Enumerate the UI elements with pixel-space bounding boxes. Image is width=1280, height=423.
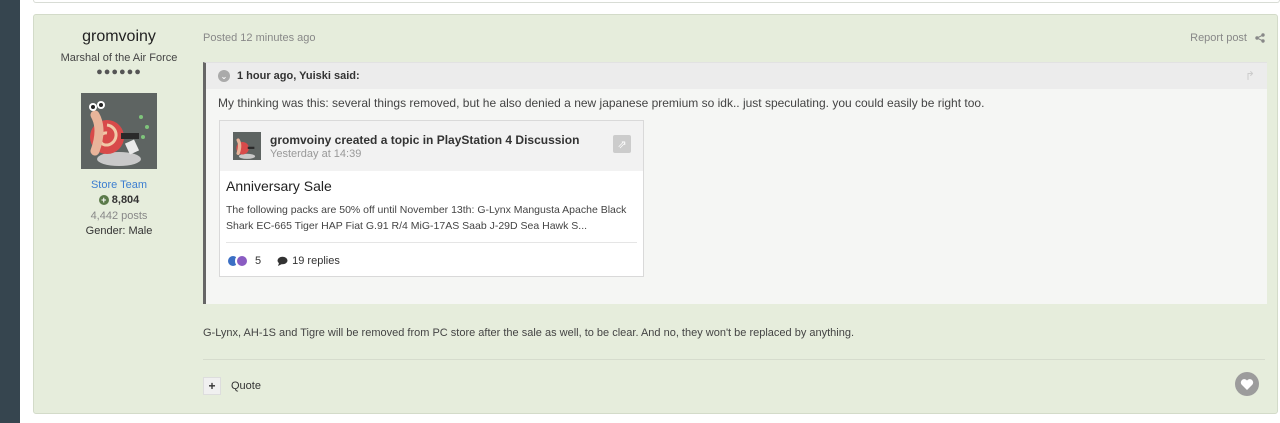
reaction-count: 5 <box>255 255 262 267</box>
like-button[interactable] <box>1235 372 1259 396</box>
embed-avatar[interactable] <box>233 132 261 160</box>
author-reputation: + 8,804 <box>34 194 204 206</box>
quote-header: ⌄ 1 hour ago, Yuiski said: <box>206 63 1267 89</box>
author-group: Store Team <box>90 179 148 191</box>
author-rank-pips: ●●●●●● <box>96 66 142 78</box>
author-post-count: 4,442 posts <box>90 210 148 222</box>
previous-post-edge <box>33 0 1280 3</box>
snail-avatar-icon <box>81 93 157 169</box>
multiquote-plus-button[interactable]: + <box>203 377 221 395</box>
author-avatar[interactable] <box>81 93 157 169</box>
embed-snippet: The following packs are 50% off until No… <box>226 204 627 232</box>
comment-icon <box>277 256 288 266</box>
post-body-text: G-Lynx, AH-1S and Tigre will be removed … <box>203 327 855 339</box>
quote-button[interactable]: Quote <box>231 380 261 392</box>
post-timestamp[interactable]: Posted 12 minutes ago <box>203 32 316 44</box>
report-post-link[interactable]: Report post <box>1190 32 1265 44</box>
share-icon[interactable] <box>1255 33 1265 43</box>
quote-share-icon[interactable]: ↱ <box>1245 69 1255 83</box>
embed-divider <box>226 242 637 243</box>
embed-title[interactable]: gromvoiny created a topic in PlayStation… <box>270 133 579 147</box>
replies-label: 19 replies <box>292 255 340 267</box>
post-actions: + Quote <box>203 377 261 395</box>
embed-stats: 5 19 replies <box>226 254 340 268</box>
external-link-icon[interactable]: ⇗ <box>613 135 631 153</box>
quote-citation: 1 hour ago, Yuiski said: <box>237 70 360 82</box>
author-gender: Gender: Male <box>85 225 153 237</box>
heart-icon <box>1240 378 1254 390</box>
quote-text: My thinking was this: several things rem… <box>218 96 985 110</box>
forum-post: gromvoiny Marshal of the Air Force ●●●●●… <box>33 14 1278 414</box>
thanks-reaction-icon <box>235 254 249 268</box>
left-sidebar-strip <box>0 0 20 423</box>
quote-collapse-icon[interactable]: ⌄ <box>218 70 230 82</box>
reputation-value: 8,804 <box>111 194 140 206</box>
snail-avatar-icon <box>233 132 261 160</box>
reputation-plus-icon: + <box>98 195 109 205</box>
replies-count: 19 replies <box>277 255 340 267</box>
report-post-label: Report post <box>1190 32 1247 44</box>
reactions: 5 <box>226 254 261 268</box>
author-name-link[interactable]: gromvoiny <box>34 28 204 46</box>
embed-header: gromvoiny created a topic in PlayStation… <box>220 121 643 171</box>
post-divider <box>203 359 1265 360</box>
embedded-topic-card[interactable]: gromvoiny created a topic in PlayStation… <box>219 120 644 277</box>
quote-block: ⌄ 1 hour ago, Yuiski said: ↱ My thinking… <box>203 62 1267 304</box>
embed-topic-title[interactable]: Anniversary Sale <box>226 178 332 194</box>
author-rank: Marshal of the Air Force <box>60 52 178 64</box>
embed-time: Yesterday at 14:39 <box>270 148 362 160</box>
